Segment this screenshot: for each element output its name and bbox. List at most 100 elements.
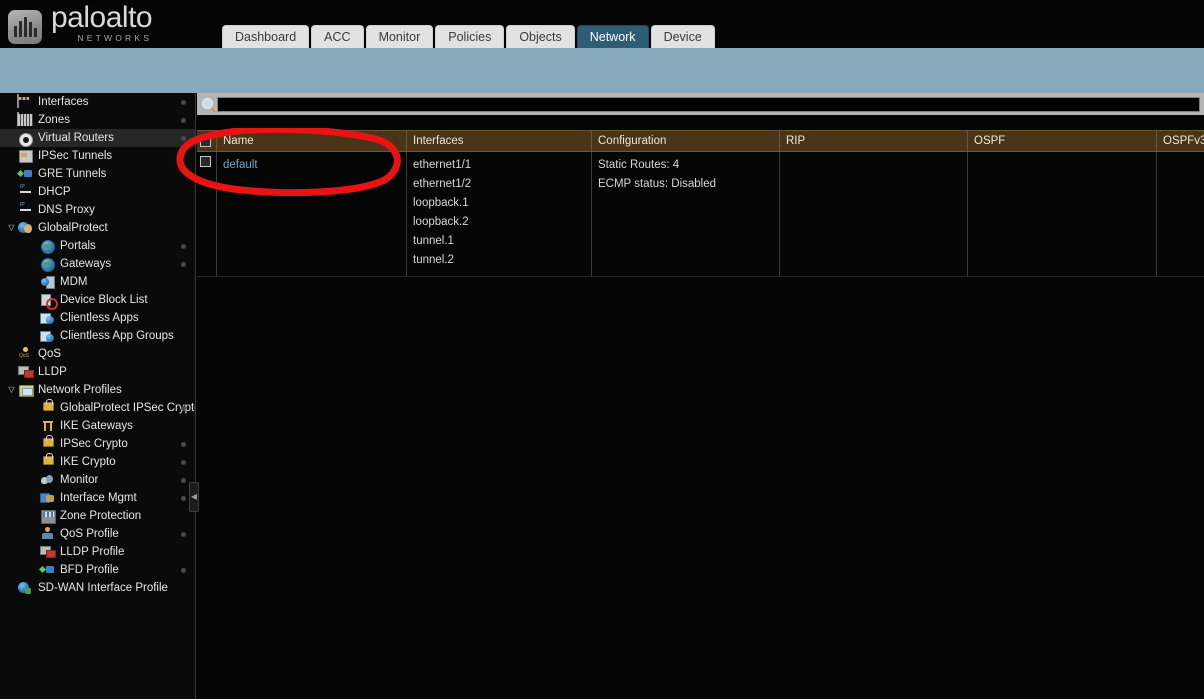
sidebar-item-label: IPSec Crypto — [60, 438, 128, 450]
chevron-down-icon[interactable]: ▽ — [6, 224, 17, 232]
status-dot — [181, 532, 186, 537]
sidebar-item-portals[interactable]: Portals — [0, 237, 195, 255]
chevron-down-icon[interactable]: ▽ — [6, 386, 17, 394]
zone-protection-icon — [39, 509, 56, 524]
sidebar-navigation[interactable]: Interfaces Zones Virtual Routers IPSec Tunn… — [0, 93, 196, 699]
sidebar-item-label: Portals — [60, 240, 96, 252]
secondary-toolbar-band — [0, 48, 1204, 93]
brand-name: paloalto — [51, 0, 153, 34]
lock-icon — [39, 435, 56, 451]
cell-rip — [780, 152, 968, 277]
tab-acc[interactable]: ACC — [311, 25, 364, 48]
sidebar-item-qos[interactable]: QoS — [0, 345, 195, 363]
tab-objects[interactable]: Objects — [506, 25, 575, 48]
gateways-icon — [39, 257, 56, 272]
main-content-panel: Name Interfaces Configuration RIP OSPF OSPFv3… — [197, 93, 1204, 699]
network-profiles-icon — [17, 383, 34, 397]
tab-network[interactable]: Network — [576, 25, 649, 48]
column-header-name[interactable]: Name — [217, 131, 407, 151]
clientless-app-groups-icon — [39, 329, 56, 343]
virtual-routers-icon — [17, 131, 34, 147]
sidebar-item-label: DNS Proxy — [38, 204, 95, 216]
row-checkbox[interactable] — [200, 156, 211, 167]
paloalto-flame-logo-icon — [8, 10, 42, 44]
column-header-conf[interactable]: Configuration — [592, 131, 780, 151]
lldp-icon — [17, 365, 34, 379]
status-dot — [181, 406, 186, 411]
sidebar-item-sd-wan-interface-profile[interactable]: SD-WAN Interface Profile — [0, 579, 195, 597]
lock-icon — [39, 453, 56, 469]
cell-interfaces-line: loopback.1 — [413, 197, 469, 209]
sidebar-item-label: Clientless Apps — [60, 312, 139, 324]
tab-dashboard[interactable]: Dashboard — [222, 25, 310, 48]
portals-icon — [39, 239, 56, 254]
sidebar-item-label: Device Block List — [60, 294, 148, 306]
sidebar-item-label: GlobalProtect IPSec Crypto — [60, 402, 195, 414]
gre-tunnels-icon — [17, 167, 34, 181]
cell-configuration: Static Routes: 4 ECMP status: Disabled — [592, 152, 780, 277]
sidebar-item-zone-protection[interactable]: Zone Protection — [0, 507, 195, 525]
virtual-router-link[interactable]: default — [223, 159, 258, 171]
cell-configuration-line: Static Routes: 4 — [598, 159, 680, 171]
column-header-ospf3[interactable]: OSPFv3 — [1157, 131, 1204, 151]
cell-interfaces-line: ethernet1/2 — [413, 178, 472, 190]
sidebar-item-dhcp[interactable]: DHCP — [0, 183, 195, 201]
sidebar-item-gateways[interactable]: Gateways — [0, 255, 195, 273]
tab-monitor[interactable]: Monitor — [365, 25, 434, 48]
search-bar — [197, 93, 1204, 115]
sidebar-item-ike-crypto[interactable]: IKE Crypto — [0, 453, 195, 471]
sidebar-item-label: BFD Profile — [60, 564, 119, 576]
column-header-ospf[interactable]: OSPF — [968, 131, 1157, 151]
sidebar-item-qos-profile[interactable]: QoS Profile — [0, 525, 195, 543]
status-dot — [181, 460, 186, 465]
select-all-checkbox-cell[interactable] — [197, 131, 217, 151]
sidebar-item-mdm[interactable]: MDM — [0, 273, 195, 291]
interface-mgmt-icon — [39, 491, 56, 505]
sidebar-item-lldp-profile[interactable]: LLDP Profile — [0, 543, 195, 561]
sidebar-item-label: Interface Mgmt — [60, 492, 137, 504]
select-all-checkbox[interactable] — [200, 135, 211, 147]
sidebar-item-interfaces[interactable]: Interfaces — [0, 93, 195, 111]
search-input[interactable] — [217, 96, 1200, 112]
sidebar-item-label: IKE Crypto — [60, 456, 116, 468]
sidebar-item-globalprotect-ipsec-crypto[interactable]: GlobalProtect IPSec Crypto — [0, 399, 195, 417]
cell-ospf — [968, 152, 1157, 277]
sidebar-item-label: Virtual Routers — [38, 132, 114, 144]
sidebar-item-label: LLDP — [38, 366, 67, 378]
cell-interfaces: ethernet1/1 ethernet1/2 loopback.1 loopback… — [407, 152, 592, 277]
sidebar-item-dns-proxy[interactable]: DNS Proxy — [0, 201, 195, 219]
row-checkbox-cell[interactable] — [197, 152, 217, 277]
status-dot — [181, 118, 186, 123]
table-row[interactable]: default ethernet1/1 ethernet1/2 loopback.1 l… — [197, 152, 1204, 277]
sidebar-item-ike-gateways[interactable]: IKE Gateways — [0, 417, 195, 435]
tab-policies[interactable]: Policies — [435, 25, 505, 48]
table-header-row: Name Interfaces Configuration RIP OSPF OSPFv3 — [197, 130, 1204, 152]
sidebar-item-clientless-app-groups[interactable]: Clientless App Groups — [0, 327, 195, 345]
status-dot — [181, 100, 186, 105]
sidebar-item-monitor[interactable]: Monitor — [0, 471, 195, 489]
sidebar-item-bfd-profile[interactable]: BFD Profile — [0, 561, 195, 579]
column-header-rip[interactable]: RIP — [780, 131, 968, 151]
bfd-profile-icon — [39, 563, 56, 577]
interfaces-icon — [17, 94, 34, 109]
sidebar-item-clientless-apps[interactable]: Clientless Apps — [0, 309, 195, 327]
sidebar-item-globalprotect[interactable]: ▽ GlobalProtect — [0, 219, 195, 237]
sidebar-item-zones[interactable]: Zones — [0, 111, 195, 129]
ike-gateways-icon — [39, 419, 56, 433]
status-dot — [181, 568, 186, 573]
sidebar-item-gre-tunnels[interactable]: GRE Tunnels — [0, 165, 195, 183]
sidebar-item-ipsec-crypto[interactable]: IPSec Crypto — [0, 435, 195, 453]
sidebar-item-interface-mgmt[interactable]: Interface Mgmt — [0, 489, 195, 507]
sidebar-item-device-block-list[interactable]: Device Block List — [0, 291, 195, 310]
dns-proxy-icon — [17, 202, 34, 217]
search-icon[interactable] — [197, 97, 217, 110]
ipsec-tunnels-icon — [17, 149, 34, 163]
sidebar-item-virtual-routers[interactable]: Virtual Routers — [0, 129, 195, 147]
sidebar-collapse-handle[interactable]: ◀ — [189, 482, 199, 512]
sidebar-item-lldp[interactable]: LLDP — [0, 363, 195, 381]
sidebar-item-network-profiles[interactable]: ▽ Network Profiles — [0, 381, 195, 399]
table-body: default ethernet1/1 ethernet1/2 loopback.1 l… — [197, 152, 1204, 277]
sidebar-item-ipsec-tunnels[interactable]: IPSec Tunnels — [0, 147, 195, 165]
column-header-iface[interactable]: Interfaces — [407, 131, 592, 151]
tab-device[interactable]: Device — [650, 25, 715, 48]
